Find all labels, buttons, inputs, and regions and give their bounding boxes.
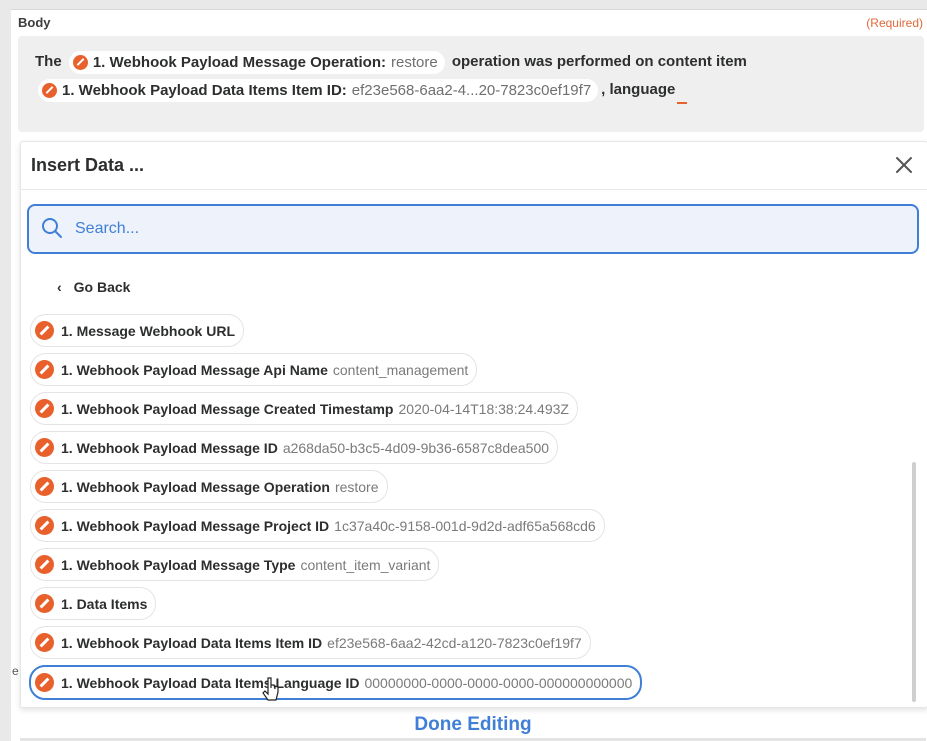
pill-value: restore <box>390 53 438 71</box>
zapier-icon <box>42 82 57 98</box>
data-item-name: 1. Webhook Payload Message Api Name <box>61 361 328 378</box>
zapier-icon <box>35 477 54 496</box>
zapier-icon <box>72 54 88 70</box>
side-marker: e <box>12 664 19 678</box>
inline-data-pill-operation[interactable]: 1. Webhook Payload Message Operation: re… <box>68 50 445 74</box>
zapier-icon <box>35 438 54 457</box>
data-item-name: 1. Webhook Payload Message Type <box>61 556 296 573</box>
data-item[interactable]: 1. Webhook Payload Message Operation rest… <box>30 470 388 503</box>
data-item-value: 1c37a40c-9158-001d-9d2d-adf65a568cd6 <box>334 517 596 534</box>
done-editing-button[interactable]: Done Editing <box>0 714 927 736</box>
window-frame-top <box>0 0 927 9</box>
search-input[interactable] <box>73 215 897 243</box>
zapier-icon <box>35 321 54 340</box>
scrollbar[interactable] <box>912 462 916 702</box>
zapier-icon <box>35 555 54 574</box>
data-item[interactable]: 1. Webhook Payload Message Type content_i… <box>30 548 440 581</box>
data-item-name: 1. Webhook Payload Message Project ID <box>61 517 330 534</box>
data-item-name: 1. Webhook Payload Data Items Language I… <box>61 674 360 691</box>
required-indicator: (Required) <box>866 16 923 30</box>
zapier-icon <box>35 399 54 418</box>
pill-value: ef23e568-6aa2-4...20-7823c0ef19f7 <box>351 81 592 99</box>
close-icon[interactable] <box>893 154 915 176</box>
zapier-icon <box>35 516 54 535</box>
data-item[interactable]: 1. Webhook Payload Data Items Item ID ef2… <box>30 626 591 659</box>
data-item-name: 1. Webhook Payload Message ID <box>61 439 278 456</box>
data-item-value: content_management <box>332 361 469 378</box>
data-item-name: 1. Message Webhook URL <box>61 322 236 339</box>
inline-data-pill-item-id[interactable]: 1. Webhook Payload Data Items Item ID: e… <box>38 78 599 102</box>
text-cursor <box>677 102 688 104</box>
body-text-part-2: operation was performed on content item <box>451 53 747 70</box>
data-item-value: 2020-04-14T18:38:24.493Z <box>398 400 569 417</box>
data-item[interactable]: 1. Data Items <box>30 587 157 620</box>
panel-title: Insert Data ... <box>31 155 145 175</box>
go-back-label: Go Back <box>73 279 131 295</box>
insert-data-panel: Insert Data ... ‹ Go Back 1. Message Webh… <box>20 141 927 708</box>
data-item[interactable]: 1. Webhook Payload Message ID a268da50-b3… <box>30 431 559 464</box>
data-item[interactable]: 1. Webhook Payload Message Project ID 1c3… <box>30 509 605 542</box>
zapier-icon <box>35 594 54 613</box>
pill-name: 1. Webhook Payload Message Operation: <box>92 53 386 71</box>
mouse-pointer-icon <box>262 677 279 701</box>
window-frame-left <box>0 0 11 741</box>
zapier-icon <box>35 633 54 652</box>
frame-divider <box>11 9 927 10</box>
data-item-value: ef23e568-6aa2-42cd-a120-7823c0ef19f7 <box>327 634 582 651</box>
data-item-value: 00000000-0000-0000-0000-000000000000 <box>364 674 633 691</box>
chevron-left-icon: ‹ <box>57 279 62 295</box>
data-item[interactable]: 1. Webhook Payload Data Items Language I… <box>29 665 643 700</box>
data-item[interactable]: 1. Webhook Payload Message Created Times… <box>30 392 578 425</box>
panel-divider <box>21 189 927 190</box>
body-text-part-3: , language <box>601 81 676 98</box>
pill-name: 1. Webhook Payload Data Items Item ID: <box>62 81 347 99</box>
data-item-name: 1. Webhook Payload Data Items Item ID <box>61 634 323 651</box>
data-item-value: content_item_variant <box>300 556 431 573</box>
data-item[interactable]: 1. Message Webhook URL <box>30 314 245 347</box>
zapier-icon <box>35 673 54 692</box>
data-item-value: a268da50-b3c5-4d09-9b36-6587c8dea500 <box>282 439 550 456</box>
search-icon <box>42 218 62 238</box>
data-item[interactable]: 1. Webhook Payload Message Api Name conte… <box>30 353 478 386</box>
data-item-value: restore <box>334 478 379 495</box>
zapier-icon <box>35 360 54 379</box>
body-text-part-1: The <box>35 53 62 70</box>
search-box[interactable] <box>27 204 919 254</box>
data-item-name: 1. Data Items <box>61 595 148 612</box>
go-back-link[interactable]: ‹ Go Back <box>57 279 130 295</box>
data-item-name: 1. Webhook Payload Message Created Times… <box>61 400 394 417</box>
body-text[interactable]: The 1. Webhook Payload Message Operation… <box>35 48 915 104</box>
data-item-name: 1. Webhook Payload Message Operation <box>61 478 330 495</box>
body-field[interactable]: The 1. Webhook Payload Message Operation… <box>18 36 924 132</box>
body-label: Body <box>18 15 51 30</box>
